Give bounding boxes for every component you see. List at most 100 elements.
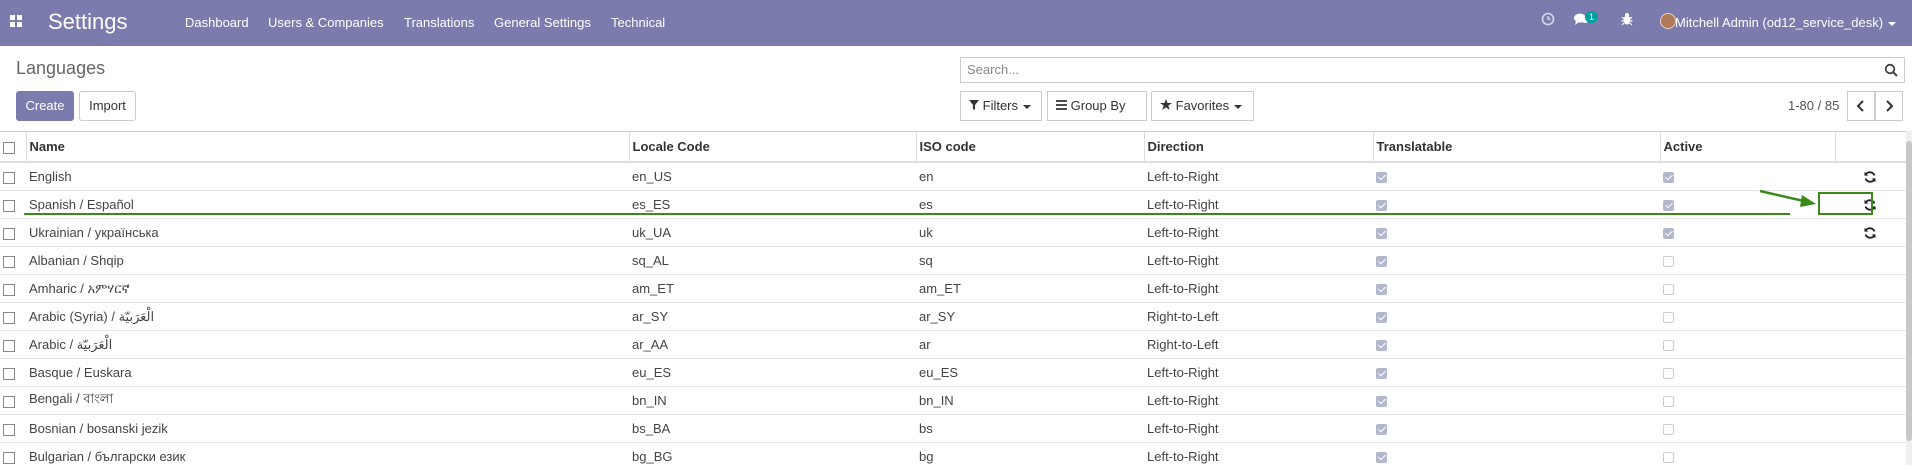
row-checkbox[interactable] <box>3 452 15 464</box>
cell-direction: Left-to-Right <box>1144 443 1373 470</box>
table-row[interactable]: Arabic (Syria) / الْعَرَبيّةar_SYar_SYRi… <box>0 303 1906 331</box>
table-row[interactable]: Bengali / বাংলাbn_INbn_INLeft-to-Right <box>0 387 1906 415</box>
search-input[interactable] <box>967 62 1867 77</box>
pager-next-button[interactable] <box>1875 91 1903 121</box>
table-row[interactable]: Bulgarian / български езикbg_BGbgLeft-to… <box>0 443 1906 470</box>
menu-dashboard[interactable]: Dashboard <box>185 15 249 30</box>
table-row[interactable]: Basque / Euskaraeu_ESeu_ESLeft-to-Right <box>0 359 1906 387</box>
menu-general-settings[interactable]: General Settings <box>494 15 591 30</box>
cell-name: Arabic / الْعَرَبيّة <box>26 331 629 359</box>
cell-locale-code: en_US <box>629 162 916 191</box>
favorites-label: Favorites <box>1176 98 1229 113</box>
avatar[interactable] <box>1660 13 1676 29</box>
row-checkbox[interactable] <box>3 424 15 436</box>
active-checkbox <box>1663 312 1674 323</box>
user-name: Mitchell Admin (od12_service_desk) <box>1675 15 1883 30</box>
column-active[interactable]: Active <box>1660 132 1835 162</box>
filters-button[interactable]: Filters <box>960 91 1042 121</box>
cell-translatable <box>1373 415 1660 443</box>
menu-users-companies[interactable]: Users & Companies <box>268 15 384 30</box>
translatable-checkbox <box>1376 424 1387 435</box>
annotation-underline <box>24 213 1790 215</box>
table-row[interactable]: Bosnian / bosanski jezikbs_BAbsLeft-to-R… <box>0 415 1906 443</box>
translatable-checkbox <box>1376 312 1387 323</box>
scrollbar-thumb[interactable] <box>1906 141 1912 441</box>
active-checkbox <box>1663 172 1674 183</box>
row-select-cell <box>0 275 26 303</box>
cell-update-action <box>1835 415 1906 443</box>
cell-translatable <box>1373 387 1660 415</box>
cell-update-action <box>1835 275 1906 303</box>
cell-name: English <box>26 162 629 191</box>
row-checkbox[interactable] <box>3 368 15 380</box>
cell-direction: Left-to-Right <box>1144 275 1373 303</box>
cell-active <box>1660 443 1835 470</box>
row-checkbox[interactable] <box>3 396 15 408</box>
cell-update-action <box>1835 219 1906 247</box>
filter-icon <box>969 100 979 110</box>
chevron-left-icon <box>1848 92 1874 120</box>
row-select-cell <box>0 303 26 331</box>
active-checkbox <box>1663 424 1674 435</box>
create-button[interactable]: Create <box>16 91 74 121</box>
row-checkbox[interactable] <box>3 172 15 184</box>
row-checkbox[interactable] <box>3 340 15 352</box>
active-checkbox <box>1663 200 1674 211</box>
languages-table: Name Locale Code ISO code Direction Tran… <box>0 132 1906 470</box>
cell-active <box>1660 275 1835 303</box>
row-checkbox[interactable] <box>3 284 15 296</box>
apps-grid-icon[interactable] <box>10 15 24 29</box>
pager-previous-button[interactable] <box>1847 91 1875 121</box>
user-menu[interactable]: Mitchell Admin (od12_service_desk) <box>1675 15 1896 30</box>
pager-value[interactable]: 1-80 / 85 <box>1788 98 1839 113</box>
row-checkbox[interactable] <box>3 256 15 268</box>
column-name[interactable]: Name <box>26 132 629 162</box>
group-by-button[interactable]: Group By <box>1047 91 1147 121</box>
cell-direction: Right-to-Left <box>1144 303 1373 331</box>
column-direction[interactable]: Direction <box>1144 132 1373 162</box>
table-row[interactable]: Ukrainian / українськаuk_UAukLeft-to-Rig… <box>0 219 1906 247</box>
search-box <box>960 57 1905 83</box>
scrollbar[interactable] <box>1906 131 1912 465</box>
column-locale-code[interactable]: Locale Code <box>629 132 916 162</box>
cell-update-action <box>1835 359 1906 387</box>
table-header-row: Name Locale Code ISO code Direction Tran… <box>0 132 1906 162</box>
import-button[interactable]: Import <box>79 91 136 121</box>
cell-name: Amharic / አምሃርኛ <box>26 275 629 303</box>
table-row[interactable]: Arabic / الْعَرَبيّةar_AAarRight-to-Left <box>0 331 1906 359</box>
clock-icon[interactable] <box>1541 12 1555 26</box>
cell-translatable <box>1373 359 1660 387</box>
cell-update-action <box>1835 247 1906 275</box>
bug-icon[interactable] <box>1621 12 1633 26</box>
cell-iso-code: bg <box>916 443 1144 470</box>
cell-translatable <box>1373 303 1660 331</box>
column-iso-code[interactable]: ISO code <box>916 132 1144 162</box>
column-translatable[interactable]: Translatable <box>1373 132 1660 162</box>
refresh-icon[interactable] <box>1863 170 1877 184</box>
active-checkbox <box>1663 228 1674 239</box>
row-checkbox[interactable] <box>3 200 15 212</box>
table-row[interactable]: Englishen_USenLeft-to-Right <box>0 162 1906 191</box>
cell-iso-code: eu_ES <box>916 359 1144 387</box>
row-checkbox[interactable] <box>3 312 15 324</box>
row-checkbox[interactable] <box>3 228 15 240</box>
cell-name: Arabic (Syria) / الْعَرَبيّة <box>26 303 629 331</box>
table-row[interactable]: Amharic / አምሃርኛam_ETam_ETLeft-to-Right <box>0 275 1906 303</box>
cell-translatable <box>1373 331 1660 359</box>
cell-translatable <box>1373 162 1660 191</box>
select-all-checkbox[interactable] <box>3 142 15 154</box>
cell-direction: Left-to-Right <box>1144 387 1373 415</box>
search-icon[interactable] <box>1884 63 1898 77</box>
cell-locale-code: am_ET <box>629 275 916 303</box>
cell-update-action <box>1835 303 1906 331</box>
table-row[interactable]: Albanian / Shqipsq_ALsqLeft-to-Right <box>0 247 1906 275</box>
refresh-icon[interactable] <box>1863 226 1877 240</box>
menu-translations[interactable]: Translations <box>404 15 474 30</box>
group-by-label: Group By <box>1071 98 1126 113</box>
cell-iso-code: sq <box>916 247 1144 275</box>
translatable-checkbox <box>1376 368 1387 379</box>
cell-name: Bosnian / bosanski jezik <box>26 415 629 443</box>
cell-update-action <box>1835 162 1906 191</box>
favorites-button[interactable]: Favorites <box>1151 91 1254 121</box>
menu-technical[interactable]: Technical <box>611 15 665 30</box>
